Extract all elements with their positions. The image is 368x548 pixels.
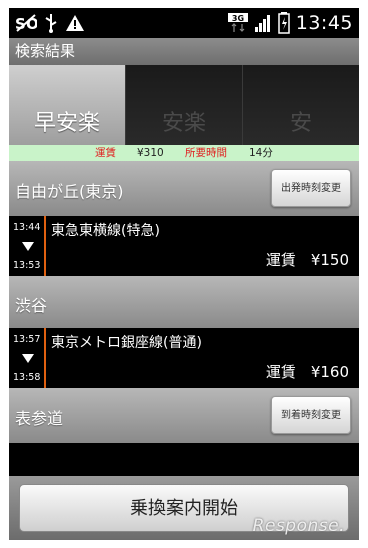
segment-1-arrive-time: 13:53 [13,260,41,271]
route-line-divider [44,328,46,388]
tab-fastest[interactable]: 早安楽 [9,65,125,145]
network-label: 3G [232,14,244,23]
route-line-divider [44,216,46,276]
down-arrow-icon [22,354,34,363]
signal-bars-icon [254,15,270,32]
segment-1-fare: 運賃 ¥150 [265,251,349,269]
destination-station-name: 表参道 [15,409,64,428]
battery-icon [277,12,290,34]
tab-cheapest[interactable]: 安 [242,65,359,145]
transfer-station-name: 渋谷 [15,296,48,315]
fare-label: 運賃 [95,147,116,159]
segment-2-depart-time: 13:57 [13,334,41,345]
usb-icon [45,14,57,33]
segment-1-depart-time: 13:44 [13,222,41,233]
origin-station-name: 自由が丘(東京) [15,182,124,201]
station-transfer: 渋谷 [9,276,359,328]
route-summary: 運賃 ¥310 所要時間 14分 [9,145,359,161]
change-departure-time-button[interactable]: 出発時刻変更 [271,169,351,207]
segment-2-line-name: 東京メトロ銀座線(普通) [51,335,202,351]
warning-icon [66,15,84,31]
phone-screen: S O 3G 13:45 検索結果 早安楽 安楽 安 運賃 ¥310 所要時間 … [9,8,359,540]
fare-value: ¥310 [137,147,164,159]
change-arrival-time-button[interactable]: 到着時刻変更 [271,396,351,434]
watermark-logo: Response. [252,516,345,536]
station-origin: 自由が丘(東京) 出発時刻変更 [9,161,359,216]
duration-value: 14分 [249,147,273,159]
station-destination: 表参道 到着時刻変更 [9,388,359,443]
route-tabs: 早安楽 安楽 安 [9,65,359,145]
segment-2-fare: 運賃 ¥160 [265,363,349,381]
duration-label: 所要時間 [185,147,227,159]
segment-2: 13:57 13:58 東京メトロ銀座線(普通) 運賃 ¥160 [9,328,359,388]
clock-time: 13:45 [295,12,353,34]
tab-cheap-easy[interactable]: 安楽 [125,65,242,145]
segment-1-line-name: 東急東横線(特急) [51,223,160,239]
no-signal-icon: S O [15,14,37,32]
segment-1: 13:44 13:53 東急東横線(特急) 運賃 ¥150 [9,216,359,276]
page-title: 検索結果 [9,38,359,65]
3g-icon: 3G [227,13,248,32]
down-arrow-icon [22,242,34,251]
segment-2-arrive-time: 13:58 [13,372,41,383]
status-bar: S O 3G 13:45 [9,8,359,38]
